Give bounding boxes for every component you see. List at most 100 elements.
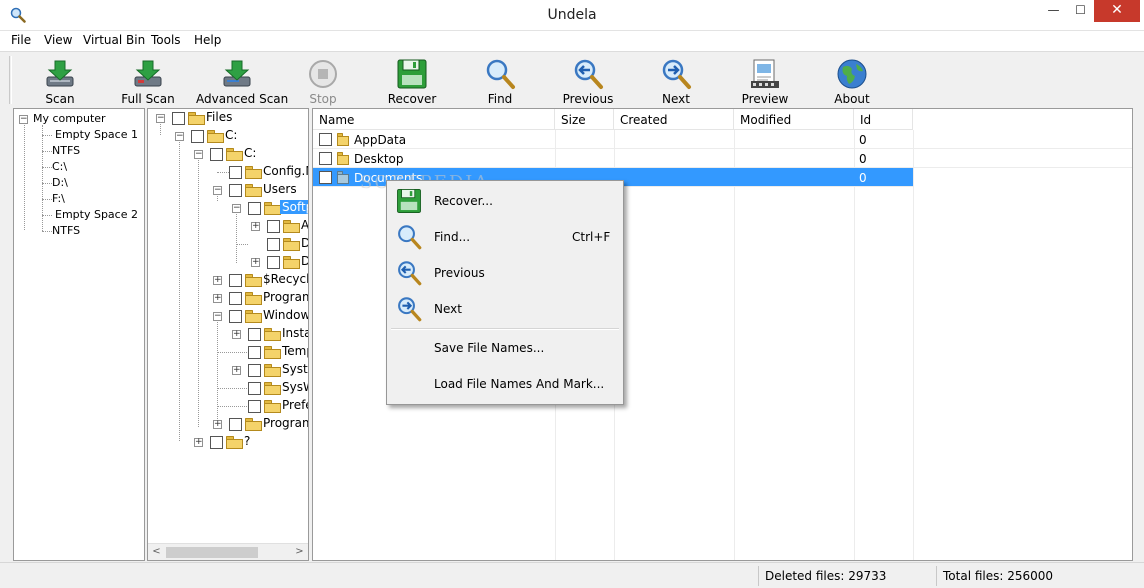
tree-checkbox[interactable] [191, 130, 204, 143]
maximize-button[interactable]: ☐ [1067, 0, 1094, 22]
folder-icon [283, 220, 300, 233]
full-scan-icon [134, 60, 162, 87]
drive-tree-panel: − My computer Empty Space 1 NTFS C:\ D:\… [13, 108, 145, 561]
row-checkbox[interactable] [319, 133, 332, 146]
scroll-left-arrow-icon[interactable]: < [148, 544, 165, 560]
preview-button[interactable]: Preview [738, 54, 792, 106]
tree-checkbox[interactable] [229, 184, 242, 197]
context-next-item[interactable]: Next [389, 292, 621, 326]
tree-checkbox[interactable] [229, 418, 242, 431]
stop-label: Stop [309, 92, 337, 106]
row-checkbox[interactable] [319, 152, 332, 165]
tree-checkbox[interactable] [229, 166, 242, 179]
column-header-size[interactable]: Size [555, 109, 614, 130]
scroll-thumb[interactable] [166, 547, 258, 558]
menu-tools[interactable]: Tools [151, 33, 181, 47]
expand-toggle[interactable]: + [232, 330, 241, 339]
collapse-toggle[interactable]: − [213, 312, 222, 321]
drive-root[interactable]: My computer [33, 112, 106, 125]
tree-checkbox[interactable] [248, 202, 261, 215]
expand-toggle[interactable]: + [213, 294, 222, 303]
collapse-toggle[interactable]: − [175, 132, 184, 141]
scan-button[interactable]: Scan [30, 54, 90, 106]
tree-checkbox[interactable] [210, 148, 223, 161]
tree-checkbox[interactable] [229, 274, 242, 287]
context-recover-item[interactable]: Recover... [389, 184, 621, 218]
drive-item[interactable]: NTFS [52, 224, 80, 237]
expand-toggle[interactable]: + [194, 438, 203, 447]
expand-toggle[interactable]: + [213, 276, 222, 285]
previous-button[interactable]: Previous [560, 54, 616, 106]
collapse-toggle[interactable]: − [213, 186, 222, 195]
scan-icon [46, 60, 74, 87]
advanced-scan-icon [223, 60, 251, 87]
drive-item[interactable]: Empty Space 2 [55, 208, 138, 221]
tree-checkbox[interactable] [248, 382, 261, 395]
tree-checkbox[interactable] [248, 364, 261, 377]
menu-help[interactable]: Help [194, 33, 221, 47]
collapse-toggle[interactable]: − [194, 150, 203, 159]
context-item-shortcut: Ctrl+F [572, 230, 611, 244]
find-label: Find [487, 92, 513, 106]
table-row[interactable]: Desktop 0 [313, 149, 1132, 168]
floppy-icon [397, 59, 427, 89]
menu-file[interactable]: File [11, 33, 31, 47]
collapse-toggle[interactable]: − [19, 115, 28, 124]
expand-toggle[interactable]: + [251, 222, 260, 231]
tree-checkbox[interactable] [267, 220, 280, 233]
drive-item[interactable]: F:\ [52, 192, 65, 205]
tree-checkbox[interactable] [248, 346, 261, 359]
find-button[interactable]: Find [476, 54, 524, 106]
tree-checkbox[interactable] [248, 328, 261, 341]
context-load-file-names-item[interactable]: Load File Names And Mark... [389, 367, 621, 401]
expand-toggle[interactable]: + [232, 366, 241, 375]
stop-button[interactable]: Stop [298, 54, 348, 106]
about-button[interactable]: About [828, 54, 876, 106]
context-find-item[interactable]: Find... Ctrl+F [389, 220, 621, 254]
tree-node-label: Prefe [282, 398, 308, 412]
collapse-toggle[interactable]: − [232, 204, 241, 213]
tree-checkbox[interactable] [229, 292, 242, 305]
context-previous-item[interactable]: Previous [389, 256, 621, 290]
close-button[interactable]: ✕ [1094, 0, 1140, 22]
tree-checkbox[interactable] [229, 310, 242, 323]
expand-toggle[interactable]: + [213, 420, 222, 429]
folder-icon [245, 310, 262, 323]
folder-tree-panel: − Files − C: − C: Config.M − Users − Sof… [147, 108, 309, 561]
row-checkbox[interactable] [319, 171, 332, 184]
row-id: 0 [859, 152, 867, 166]
row-id: 0 [859, 171, 867, 185]
drive-item[interactable]: NTFS [52, 144, 80, 157]
full-scan-button[interactable]: Full Scan [118, 54, 178, 106]
column-header-created[interactable]: Created [614, 109, 734, 130]
drive-item[interactable]: D:\ [52, 176, 68, 189]
menu-view[interactable]: View [44, 33, 72, 47]
collapse-toggle[interactable]: − [156, 114, 165, 123]
folder-icon [264, 202, 281, 215]
drive-item[interactable]: Empty Space 1 [55, 128, 138, 141]
menu-virtual-bin[interactable]: Virtual Bin [83, 33, 145, 47]
folder-icon [245, 292, 262, 305]
tree-node-label: Users [263, 182, 297, 196]
column-header-id[interactable]: Id [854, 109, 913, 130]
expand-toggle[interactable]: + [251, 258, 260, 267]
table-row[interactable]: AppData 0 [313, 130, 1132, 149]
column-header-modified[interactable]: Modified [734, 109, 854, 130]
tree-horizontal-scrollbar[interactable]: < > [148, 543, 308, 560]
magnifier-icon [486, 59, 515, 89]
tree-checkbox[interactable] [172, 112, 185, 125]
advanced-scan-button[interactable]: Advanced Scan [196, 54, 289, 106]
tree-checkbox[interactable] [210, 436, 223, 449]
column-header-name[interactable]: Name [313, 109, 555, 130]
recover-button[interactable]: Recover [384, 54, 440, 106]
tree-checkbox[interactable] [267, 256, 280, 269]
scroll-right-arrow-icon[interactable]: > [291, 544, 308, 560]
drive-item[interactable]: C:\ [52, 160, 67, 173]
context-save-file-names-item[interactable]: Save File Names... [389, 331, 621, 365]
tree-node-label: Temp [282, 344, 308, 358]
tree-checkbox[interactable] [248, 400, 261, 413]
advanced-scan-label: Advanced Scan [196, 92, 289, 106]
minimize-button[interactable]: — [1040, 0, 1067, 22]
tree-checkbox[interactable] [267, 238, 280, 251]
next-button[interactable]: Next [650, 54, 702, 106]
